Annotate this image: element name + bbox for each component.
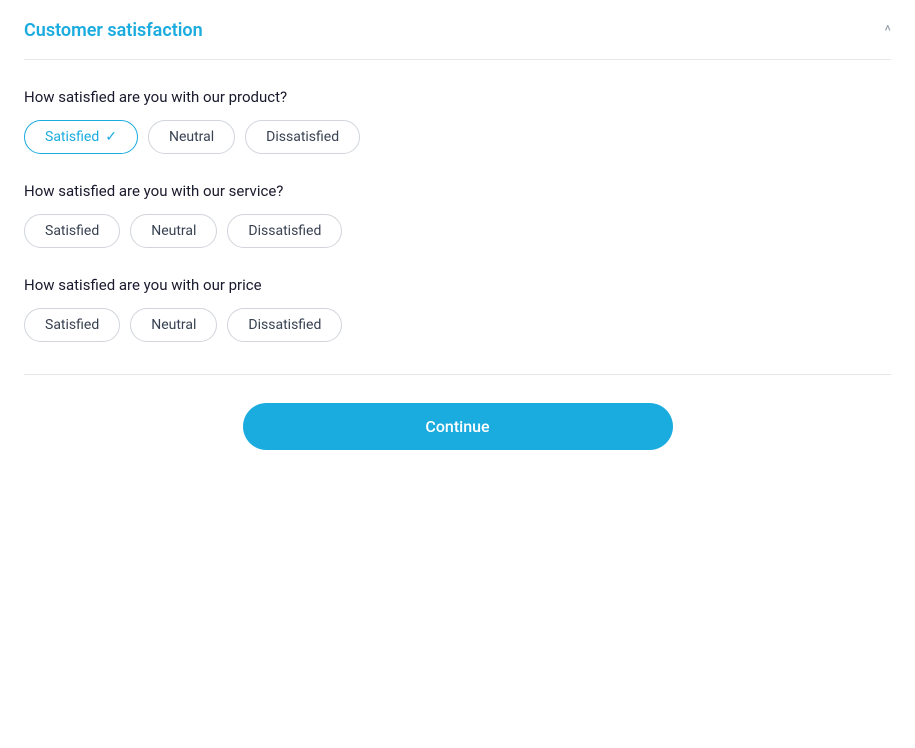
question-text-service: How satisfied are you with our service?	[24, 182, 891, 200]
check-icon: ✓	[105, 129, 117, 145]
option-btn-service-dissatisfied[interactable]: Dissatisfied	[227, 214, 342, 248]
header: Customer satisfaction ^	[24, 20, 891, 60]
page-title: Customer satisfaction	[24, 20, 203, 41]
collapse-icon[interactable]: ^	[884, 21, 891, 40]
option-btn-service-neutral[interactable]: Neutral	[130, 214, 217, 248]
option-btn-service-satisfied[interactable]: Satisfied	[24, 214, 120, 248]
options-group-service: Satisfied Neutral Dissatisfied	[24, 214, 891, 248]
page-container: Customer satisfaction ^ How satisfied ar…	[0, 0, 915, 748]
divider	[24, 374, 891, 375]
option-btn-price-satisfied[interactable]: Satisfied	[24, 308, 120, 342]
continue-button[interactable]: Continue	[243, 403, 673, 450]
questions-container: How satisfied are you with our product? S…	[24, 88, 891, 342]
option-btn-price-neutral[interactable]: Neutral	[130, 308, 217, 342]
option-btn-product-dissatisfied[interactable]: Dissatisfied	[245, 120, 360, 154]
question-text-product: How satisfied are you with our product?	[24, 88, 891, 106]
question-section-price: How satisfied are you with our price Sati…	[24, 276, 891, 342]
option-btn-product-neutral[interactable]: Neutral	[148, 120, 235, 154]
option-btn-product-satisfied[interactable]: Satisfied ✓	[24, 120, 138, 154]
question-section-service: How satisfied are you with our service? S…	[24, 182, 891, 248]
question-section-product: How satisfied are you with our product? S…	[24, 88, 891, 154]
options-group-product: Satisfied ✓ Neutral Dissatisfied	[24, 120, 891, 154]
options-group-price: Satisfied Neutral Dissatisfied	[24, 308, 891, 342]
option-btn-price-dissatisfied[interactable]: Dissatisfied	[227, 308, 342, 342]
question-text-price: How satisfied are you with our price	[24, 276, 891, 294]
